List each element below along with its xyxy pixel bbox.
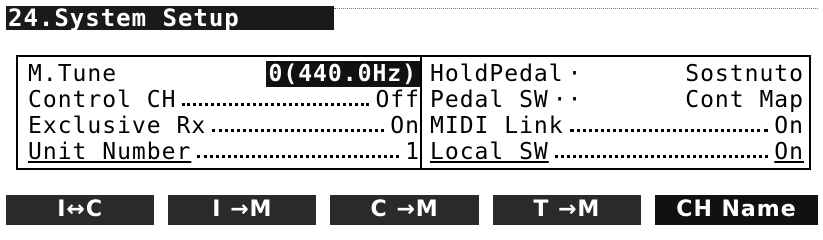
param-label: Pedal SW xyxy=(430,87,549,113)
softkey-i-m[interactable]: I →M xyxy=(168,195,317,225)
softkey-c-m[interactable]: C →M xyxy=(330,195,479,225)
param-value: On xyxy=(774,113,804,139)
leader-dots xyxy=(554,154,769,158)
leader-dots xyxy=(182,102,370,106)
param-value: On xyxy=(774,139,804,165)
right-parameter-column: HoldPedal · Sostnuto Pedal SW ·· Cont Ma… xyxy=(430,61,804,165)
column-divider xyxy=(420,57,422,168)
softkey-t-m[interactable]: T →M xyxy=(492,195,641,225)
param-unit-number[interactable]: Unit Number 1 xyxy=(28,139,420,165)
softkey-ch-name[interactable]: CH Name xyxy=(654,195,818,225)
separator-dot: · xyxy=(567,61,583,87)
leader-dots xyxy=(197,154,400,158)
left-parameter-column: M.Tune 0(440.0Hz) Control CH Off Exclusi… xyxy=(28,61,420,165)
param-hold-pedal[interactable]: HoldPedal · Sostnuto xyxy=(430,61,804,87)
param-exclusive-rx[interactable]: Exclusive Rx On xyxy=(28,113,420,139)
param-label: M.Tune xyxy=(28,61,118,87)
param-master-tune[interactable]: M.Tune 0(440.0Hz) xyxy=(28,61,420,87)
param-value: On xyxy=(390,113,420,139)
param-value: Sostnuto xyxy=(685,61,804,87)
leader-dots xyxy=(569,128,769,132)
param-label: HoldPedal xyxy=(430,61,564,87)
separator-dot: ·· xyxy=(552,87,583,113)
param-local-sw[interactable]: Local SW On xyxy=(430,139,804,165)
parameter-panel: M.Tune 0(440.0Hz) Control CH Off Exclusi… xyxy=(16,55,811,170)
leader-dots xyxy=(212,128,385,132)
title-row: 24.System Setup xyxy=(6,2,818,34)
title-rule xyxy=(334,8,818,9)
param-label: Exclusive Rx xyxy=(28,113,207,139)
param-control-ch[interactable]: Control CH Off xyxy=(28,87,420,113)
param-value: Off xyxy=(375,87,420,113)
param-label: Control CH xyxy=(28,87,177,113)
param-value: Cont Map xyxy=(685,87,804,113)
param-label: Local SW xyxy=(430,139,549,165)
softkey-i-c[interactable]: I↔C xyxy=(6,195,155,225)
param-value-selected: 0(440.0Hz) xyxy=(265,61,420,87)
param-midi-link[interactable]: MIDI Link On xyxy=(430,113,804,139)
param-label: Unit Number xyxy=(28,139,192,165)
param-label: MIDI Link xyxy=(430,113,564,139)
softkey-bar: I↔C I →M C →M T →M CH Name xyxy=(6,195,818,227)
param-pedal-sw[interactable]: Pedal SW ·· Cont Map xyxy=(430,87,804,113)
param-value: 1 xyxy=(405,139,420,165)
screen-title: 24.System Setup xyxy=(6,6,334,30)
